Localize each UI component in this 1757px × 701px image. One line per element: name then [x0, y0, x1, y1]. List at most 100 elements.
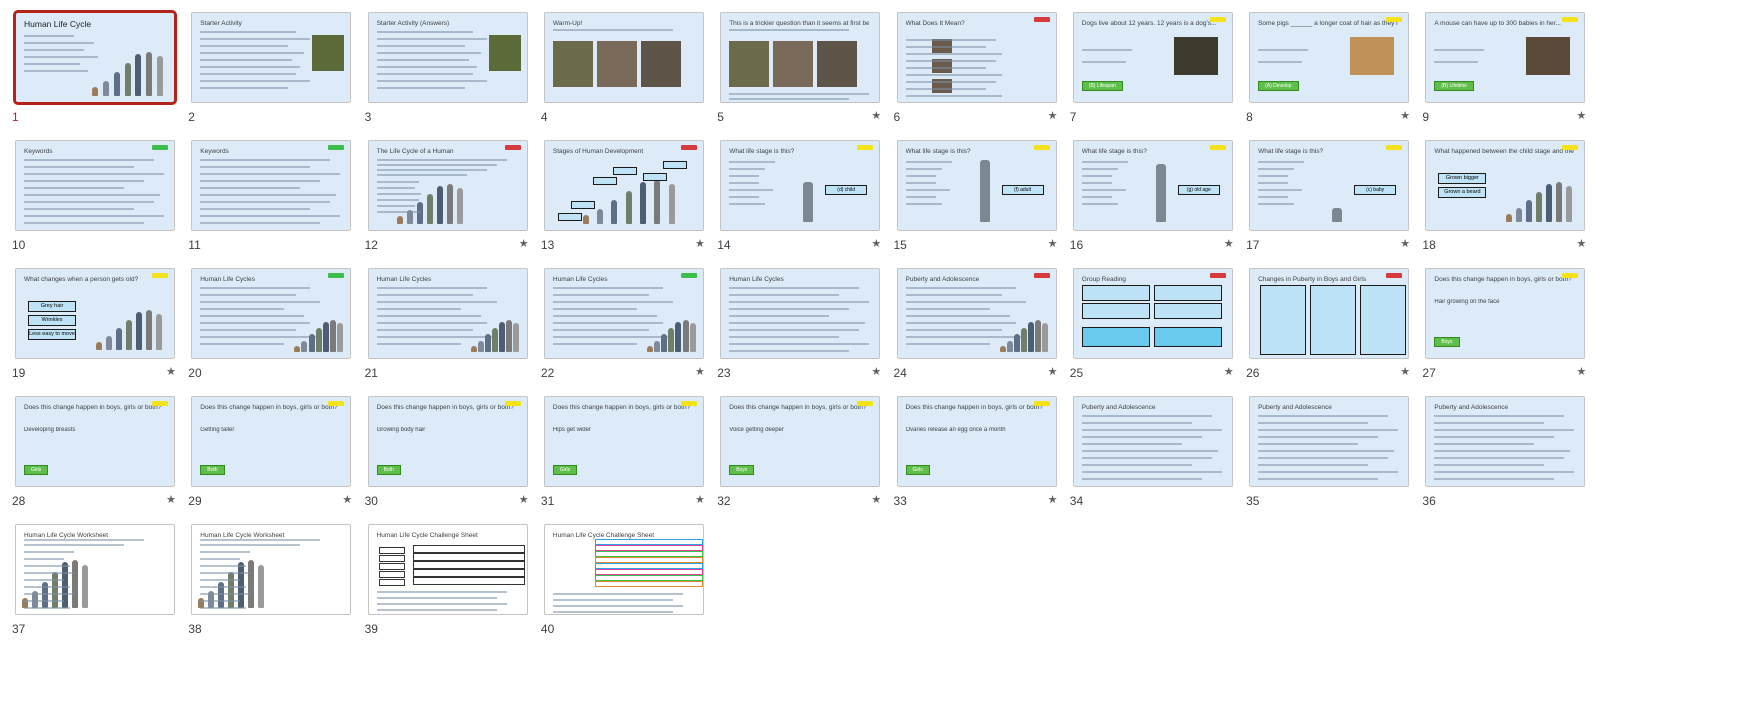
- star-icon[interactable]: ★: [1224, 237, 1234, 250]
- star-icon[interactable]: ★: [166, 365, 176, 378]
- star-icon[interactable]: ★: [1577, 365, 1587, 378]
- slide-thumbnail-27[interactable]: Does this change happen in boys, girls o…: [1422, 266, 1588, 396]
- star-icon[interactable]: ★: [1577, 109, 1587, 122]
- slide-preview[interactable]: Group Reading: [1072, 268, 1233, 359]
- star-icon[interactable]: ★: [342, 493, 352, 506]
- slide-thumbnail-11[interactable]: Keywords 11: [188, 138, 354, 268]
- star-icon[interactable]: ★: [1048, 237, 1058, 250]
- slide-thumbnail-23[interactable]: Human Life Cycles 23 ★: [717, 266, 883, 396]
- star-icon[interactable]: ★: [519, 237, 529, 250]
- slide-thumbnail-10[interactable]: Keywords 10: [12, 138, 178, 268]
- slide-thumbnail-14[interactable]: What life stage is this? (d) child 14 ★: [717, 138, 883, 268]
- slide-preview[interactable]: Human Life Cycle Worksheet: [15, 524, 175, 615]
- slide-thumbnail-33[interactable]: Does this change happen in boys, girls o…: [894, 394, 1060, 524]
- slide-thumbnail-30[interactable]: Does this change happen in boys, girls o…: [365, 394, 531, 524]
- slide-thumbnail-19[interactable]: What changes when a person gets old? Grey…: [12, 266, 178, 396]
- slide-thumbnail-18[interactable]: What happened between the child stage an…: [1422, 138, 1588, 268]
- slide-preview[interactable]: What life stage is this? (g) old age: [1072, 140, 1233, 231]
- slide-preview[interactable]: Starter Activity (Answers): [367, 12, 528, 103]
- slide-preview[interactable]: Does this change happen in boys, girls o…: [191, 396, 352, 487]
- slide-thumbnail-25[interactable]: Group Reading 25 ★: [1070, 266, 1236, 396]
- slide-preview[interactable]: Changes in Puberty in Boys and Girls: [1249, 268, 1410, 359]
- slide-thumbnail-8[interactable]: Some pigs ______ a longer coat of hair a…: [1246, 10, 1412, 140]
- slide-preview[interactable]: Some pigs ______ a longer coat of hair a…: [1249, 12, 1410, 103]
- star-icon[interactable]: ★: [871, 109, 881, 122]
- slide-preview[interactable]: Puberty and Adolescence: [896, 268, 1057, 359]
- slide-preview[interactable]: What changes when a person gets old? Grey…: [15, 268, 175, 359]
- slide-preview[interactable]: Dogs live about 12 years. 12 years is a …: [1072, 12, 1233, 103]
- slide-preview[interactable]: Warm-Up!: [543, 12, 704, 103]
- slide-preview[interactable]: Human Life Cycles: [543, 268, 704, 359]
- slide-preview[interactable]: Starter Activity: [191, 12, 352, 103]
- slide-preview[interactable]: Does this change happen in boys, girls o…: [367, 396, 528, 487]
- slide-preview[interactable]: Puberty and Adolescence: [1249, 396, 1410, 487]
- slide-thumbnail-24[interactable]: Puberty and Adolescence 24 ★: [894, 266, 1060, 396]
- slide-thumbnail-26[interactable]: Changes in Puberty in Boys and Girls 26 ★: [1246, 266, 1412, 396]
- slide-thumbnail-21[interactable]: Human Life Cycles 21: [365, 266, 531, 396]
- star-icon[interactable]: ★: [871, 493, 881, 506]
- slide-thumbnail-13[interactable]: Stages of Human Development 13 ★: [541, 138, 707, 268]
- star-icon[interactable]: ★: [1224, 365, 1234, 378]
- slide-preview[interactable]: Stages of Human Development: [543, 140, 704, 231]
- slide-thumbnail-40[interactable]: Human Life Cycle Challenge Sheet 40: [541, 522, 707, 652]
- slide-preview[interactable]: Does this change happen in boys, girls o…: [1425, 268, 1586, 359]
- slide-preview[interactable]: What life stage is this? (c) baby: [1249, 140, 1410, 231]
- star-icon[interactable]: ★: [519, 493, 529, 506]
- star-icon[interactable]: ★: [1400, 109, 1410, 122]
- star-icon[interactable]: ★: [166, 493, 176, 506]
- slide-thumbnail-3[interactable]: Starter Activity (Answers) 3: [365, 10, 531, 140]
- slide-preview[interactable]: The Life Cycle of a Human: [367, 140, 528, 231]
- slide-preview[interactable]: A mouse can have up to 300 babies in her…: [1425, 12, 1586, 103]
- slide-preview[interactable]: Puberty and Adolescence: [1072, 396, 1233, 487]
- slide-preview[interactable]: This is a trickier question than it seem…: [720, 12, 881, 103]
- slide-preview[interactable]: Human Life Cycle Worksheet: [191, 524, 352, 615]
- slide-preview[interactable]: Human Life Cycle Challenge Sheet: [367, 524, 528, 615]
- slide-preview[interactable]: Human Life Cycle Challenge Sheet: [543, 524, 704, 615]
- slide-thumbnail-2[interactable]: Starter Activity 2: [188, 10, 354, 140]
- slide-thumbnail-6[interactable]: What Does It Mean? 6 ★: [894, 10, 1060, 140]
- slide-preview[interactable]: Human Life Cycle: [13, 10, 177, 105]
- slide-thumbnail-9[interactable]: A mouse can have up to 300 babies in her…: [1422, 10, 1588, 140]
- slide-thumbnail-38[interactable]: Human Life Cycle Worksheet 38: [188, 522, 354, 652]
- star-icon[interactable]: ★: [1048, 109, 1058, 122]
- slide-preview[interactable]: Human Life Cycles: [720, 268, 881, 359]
- slide-preview[interactable]: Does this change happen in boys, girls o…: [543, 396, 704, 487]
- slide-preview[interactable]: Does this change happen in boys, girls o…: [15, 396, 175, 487]
- slide-thumbnail-5[interactable]: This is a trickier question than it seem…: [717, 10, 883, 140]
- slide-preview[interactable]: What life stage is this? (d) child: [720, 140, 881, 231]
- slide-preview[interactable]: What happened between the child stage an…: [1425, 140, 1586, 231]
- slide-preview[interactable]: Keywords: [191, 140, 352, 231]
- slide-thumbnail-28[interactable]: Does this change happen in boys, girls o…: [12, 394, 178, 524]
- slide-thumbnail-4[interactable]: Warm-Up! 4: [541, 10, 707, 140]
- slide-thumbnail-16[interactable]: What life stage is this? (g) old age 16 ★: [1070, 138, 1236, 268]
- slide-preview[interactable]: Does this change happen in boys, girls o…: [720, 396, 881, 487]
- star-icon[interactable]: ★: [695, 237, 705, 250]
- star-icon[interactable]: ★: [871, 237, 881, 250]
- slide-thumbnail-1[interactable]: Human Life Cycle 1: [12, 10, 178, 140]
- slide-preview[interactable]: Keywords: [15, 140, 175, 231]
- slide-thumbnail-7[interactable]: Dogs live about 12 years. 12 years is a …: [1070, 10, 1236, 140]
- slide-thumbnail-39[interactable]: Human Life Cycle Challenge Sheet 39: [365, 522, 531, 652]
- star-icon[interactable]: ★: [1048, 365, 1058, 378]
- slide-thumbnail-37[interactable]: Human Life Cycle Worksheet 37: [12, 522, 178, 652]
- slide-thumbnail-17[interactable]: What life stage is this? (c) baby 17 ★: [1246, 138, 1412, 268]
- star-icon[interactable]: ★: [871, 365, 881, 378]
- slide-thumbnail-29[interactable]: Does this change happen in boys, girls o…: [188, 394, 354, 524]
- star-icon[interactable]: ★: [1048, 493, 1058, 506]
- slide-thumbnail-15[interactable]: What life stage is this? (f) adult 15 ★: [894, 138, 1060, 268]
- slide-preview[interactable]: Puberty and Adolescence: [1425, 396, 1586, 487]
- slide-thumbnail-31[interactable]: Does this change happen in boys, girls o…: [541, 394, 707, 524]
- slide-thumbnail-36[interactable]: Puberty and Adolescence 36: [1422, 394, 1588, 524]
- star-icon[interactable]: ★: [1400, 365, 1410, 378]
- slide-preview[interactable]: Human Life Cycles: [367, 268, 528, 359]
- slide-thumbnail-22[interactable]: Human Life Cycles 22 ★: [541, 266, 707, 396]
- star-icon[interactable]: ★: [695, 365, 705, 378]
- slide-preview[interactable]: What life stage is this? (f) adult: [896, 140, 1057, 231]
- star-icon[interactable]: ★: [1400, 237, 1410, 250]
- slide-thumbnail-35[interactable]: Puberty and Adolescence 35: [1246, 394, 1412, 524]
- star-icon[interactable]: ★: [695, 493, 705, 506]
- slide-preview[interactable]: Does this change happen in boys, girls o…: [896, 396, 1057, 487]
- slide-thumbnail-12[interactable]: The Life Cycle of a Human 12 ★: [365, 138, 531, 268]
- slide-preview[interactable]: Human Life Cycles: [191, 268, 352, 359]
- slide-thumbnail-32[interactable]: Does this change happen in boys, girls o…: [717, 394, 883, 524]
